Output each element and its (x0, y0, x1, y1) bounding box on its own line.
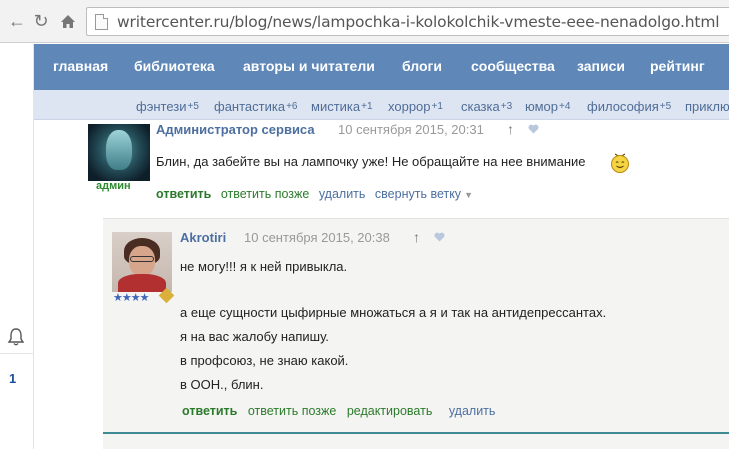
parent-arrow-icon[interactable]: ↑ (507, 121, 514, 137)
smiley-icon (611, 153, 629, 173)
genre-label: мистика (311, 99, 361, 114)
edit-button[interactable]: редактировать (347, 404, 433, 418)
comment-date[interactable]: 10 сентября 2015, 20:38 (244, 230, 390, 245)
browser-toolbar: ← ↻ writercenter.ru/blog/news/lampochka-… (0, 0, 729, 43)
delete-button[interactable]: удалить (449, 404, 496, 418)
collapse-thread-button[interactable]: свернуть ветку ▼ (375, 187, 479, 201)
rating-stars: ★★★★ (113, 292, 149, 304)
nav-item-communities[interactable]: сообщества (471, 58, 555, 74)
reply-later-button[interactable]: ответить позже (248, 404, 336, 418)
reload-icon[interactable]: ↻ (30, 10, 52, 32)
nav-item-home[interactable]: главная (53, 58, 108, 74)
nav-item-authors[interactable]: авторы и читатели (243, 58, 375, 74)
nav-item-posts[interactable]: записи (577, 58, 625, 74)
genre-tag[interactable]: мистика+1 (311, 99, 373, 114)
genre-label: юмор (525, 99, 559, 114)
nav-item-rating[interactable]: рейтинг (650, 58, 705, 74)
comment-text-line: а еще сущности цыфирные множаться а я и … (180, 305, 607, 320)
reply-button[interactable]: ответить (156, 187, 211, 201)
home-icon[interactable] (57, 10, 79, 32)
genre-count: +4 (559, 101, 571, 112)
chevron-down-icon: ▼ (464, 190, 473, 200)
comment-text-line: не могу!!! я к ней привыкла. (180, 259, 348, 274)
genre-count: +5 (659, 101, 672, 112)
comment-text-line: в профсоюз, не знаю какой. (180, 353, 349, 368)
genre-tag[interactable]: фэнтези+5 (136, 99, 199, 114)
url-text[interactable]: writercenter.ru/blog/news/lampochka-i-ko… (117, 13, 720, 31)
comment-divider (103, 432, 729, 434)
comment-author[interactable]: Администратор сервиса (156, 122, 315, 137)
genre-count: +5 (187, 101, 199, 112)
comment-text: Блин, да забейте вы на лампочку уже! Не … (156, 154, 586, 169)
delete-button[interactable]: удалить (319, 187, 366, 201)
reply-later-button[interactable]: ответить позже (221, 187, 309, 201)
comment-actions: ответить ответить позже удалить свернуть… (156, 187, 485, 201)
comment-author[interactable]: Akrotiri (180, 230, 226, 245)
parent-arrow-icon[interactable]: ↑ (413, 229, 420, 245)
genre-count: +1 (431, 101, 443, 112)
avatar[interactable] (88, 124, 150, 181)
comment-actions: ответить ответить позже редактировать уд… (182, 404, 502, 418)
comment-text-line: я на вас жалобу напишу. (180, 329, 329, 344)
collapse-thread-label: свернуть ветку (374, 187, 462, 201)
heart-icon[interactable] (434, 232, 445, 242)
main-nav: главная библиотека авторы и читатели бло… (34, 44, 729, 90)
genre-tag[interactable]: фантастика+6 (214, 99, 297, 114)
notification-count[interactable]: 1 (9, 371, 16, 386)
genre-tag[interactable]: юмор+4 (525, 99, 570, 114)
genre-label: хоррор (388, 99, 431, 114)
genre-tag[interactable]: приклю (685, 99, 729, 114)
genre-count: +1 (361, 101, 373, 112)
reply-button[interactable]: ответить (182, 404, 237, 418)
comment-date[interactable]: 10 сентября 2015, 20:31 (338, 122, 484, 137)
genre-label: философия (587, 99, 659, 114)
avatar[interactable] (112, 232, 172, 292)
back-icon[interactable]: ← (6, 10, 28, 32)
genre-label: приклю (685, 99, 729, 114)
genre-count: +6 (286, 101, 298, 112)
genre-tag[interactable]: философия+5 (587, 99, 671, 114)
genre-nav: фэнтези+5 фантастика+6 мистика+1 хоррор+… (34, 90, 729, 120)
genre-tag[interactable]: хоррор+1 (388, 99, 443, 114)
heart-icon[interactable] (528, 124, 539, 134)
comment-text-line: в ООН., блин. (180, 377, 264, 392)
left-sidebar: 1 (0, 44, 34, 449)
genre-label: фэнтези (136, 99, 187, 114)
page-icon (95, 14, 108, 30)
bell-icon[interactable] (5, 326, 27, 348)
genre-tag[interactable]: сказка+3 (461, 99, 512, 114)
genre-label: фантастика (214, 99, 286, 114)
genre-label: сказка (461, 99, 500, 114)
nav-item-blogs[interactable]: блоги (402, 58, 442, 74)
nav-item-library[interactable]: библиотека (134, 58, 215, 74)
sidebar-divider (0, 353, 33, 354)
genre-count: +3 (500, 101, 513, 112)
admin-badge: админ (96, 180, 131, 192)
address-bar[interactable]: writercenter.ru/blog/news/lampochka-i-ko… (86, 7, 729, 36)
